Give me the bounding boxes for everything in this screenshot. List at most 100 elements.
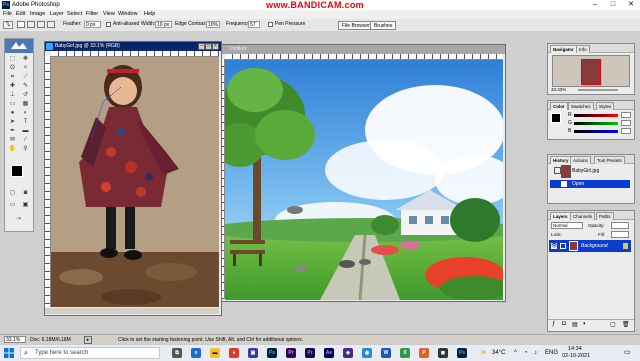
hand-tool-icon[interactable]: ✋ — [7, 145, 18, 153]
dodge-tool-icon[interactable]: ◐ — [20, 109, 31, 117]
navigator-zoom-slider[interactable] — [578, 89, 618, 91]
clone-stamp-tool-icon[interactable]: ⊥ — [7, 91, 18, 99]
screen-mode-full-icon[interactable]: ▣ — [20, 201, 31, 209]
history-brush-source-icon[interactable] — [554, 167, 561, 174]
powerpoint-icon[interactable]: P — [419, 348, 429, 358]
new-adjustment-layer-icon[interactable]: ◑ — [582, 321, 586, 327]
subtract-selection-icon[interactable] — [37, 21, 45, 28]
doc-minimize-button[interactable]: – — [198, 43, 205, 50]
photoshop-taskbar-icon[interactable]: Ps — [267, 348, 277, 358]
app-icon-2[interactable]: ◼ — [438, 348, 448, 358]
gradient-tool-icon[interactable]: ▦ — [20, 100, 31, 108]
after-effects-icon[interactable]: Ae — [324, 348, 334, 358]
tab-styles[interactable]: Styles — [596, 102, 615, 110]
brush-tool-icon[interactable]: ✎ — [20, 82, 31, 90]
selection-mode-icons[interactable] — [17, 21, 57, 29]
blue-slider[interactable] — [574, 130, 618, 133]
layer-link-icon[interactable] — [560, 243, 566, 249]
premiere-taskbar-icon[interactable]: Pr — [305, 348, 315, 358]
landscape-canvas[interactable] — [225, 60, 503, 300]
intersect-selection-icon[interactable] — [47, 21, 55, 28]
tab-paths[interactable]: Paths — [596, 212, 614, 220]
add-mask-icon[interactable]: ◘ — [562, 321, 566, 327]
edge-icon[interactable]: e — [191, 348, 201, 358]
tab-info[interactable]: Info — [576, 45, 590, 53]
task-view-icon[interactable]: ⧉ — [172, 348, 182, 358]
volume-icon[interactable]: ♪ — [534, 348, 537, 358]
jump-to-imageready-icon[interactable]: ⇢ — [13, 215, 24, 223]
red-slider[interactable] — [574, 114, 618, 117]
bandicam-icon[interactable]: ● — [229, 348, 239, 358]
frequency-input[interactable]: 57 — [248, 21, 260, 28]
screen-mode-standard-icon[interactable]: ▭ — [7, 201, 18, 209]
tab-navigator[interactable]: Navigator — [550, 45, 577, 53]
pen-pressure-checkbox[interactable] — [268, 22, 273, 27]
navigator-view-box[interactable] — [581, 59, 601, 85]
tab-history[interactable]: History — [550, 156, 572, 164]
brushes-tab[interactable]: Brushes — [370, 21, 397, 30]
tab-color[interactable]: Color — [550, 102, 568, 110]
blue-input[interactable] — [621, 128, 631, 134]
windows-start-icon[interactable] — [4, 348, 14, 358]
red-input[interactable] — [621, 112, 631, 118]
add-layer-style-icon[interactable]: ƒ — [552, 321, 555, 327]
menu-layer[interactable]: Layer — [50, 11, 64, 18]
history-state-open[interactable]: Open — [550, 180, 630, 188]
status-arrow-icon[interactable]: ▸ — [84, 336, 92, 344]
babygirl-title-bar[interactable]: BabyGirl.jpg @ 33.1% (RGB) — [45, 42, 221, 51]
eraser-tool-icon[interactable]: ▭ — [7, 100, 18, 108]
quick-mask-mode-icon[interactable]: ◙ — [20, 189, 31, 197]
menu-filter[interactable]: Filter — [86, 11, 98, 18]
file-explorer-icon[interactable]: ▬ — [210, 348, 220, 358]
menu-window[interactable]: Window — [118, 11, 138, 18]
document-window-babygirl[interactable]: BabyGirl.jpg @ 33.1% (RGB) – □ × — [44, 41, 222, 316]
weather-icon[interactable]: ☀ — [480, 348, 490, 358]
history-snapshot-row[interactable]: BabyGirl.jpg — [550, 165, 630, 179]
maximize-button[interactable]: □ — [604, 0, 622, 10]
new-selection-icon[interactable] — [17, 21, 25, 28]
close-button[interactable]: ✕ — [622, 0, 640, 10]
menu-view[interactable]: View — [103, 11, 115, 18]
doc-maximize-button[interactable]: □ — [205, 43, 212, 50]
clock-time[interactable]: 14:34 — [568, 346, 582, 353]
visibility-eye-icon[interactable]: 👁 — [551, 243, 557, 249]
photoshop-taskbar-icon-2[interactable]: Ps — [457, 348, 467, 358]
tab-channels[interactable]: Channels — [570, 212, 596, 220]
premiere-icon[interactable]: Pr — [286, 348, 296, 358]
new-layer-icon[interactable]: ▢ — [610, 321, 616, 328]
document-window-landscape[interactable]: Untitled — [218, 44, 506, 302]
tray-chevron-icon[interactable]: ^ — [514, 348, 517, 358]
blend-mode-select[interactable]: Normal — [551, 222, 583, 229]
history-brush-tool-icon[interactable]: ↺ — [20, 91, 31, 99]
magic-wand-tool-icon[interactable]: ✧ — [20, 64, 31, 72]
shape-tool-icon[interactable]: ▬ — [20, 127, 31, 135]
magnetic-lasso-tool-icon[interactable]: ᔐ — [3, 21, 13, 29]
eyedropper-tool-icon[interactable]: ⁄ — [20, 136, 31, 144]
layer-row-background[interactable]: 👁 Background — [549, 240, 631, 252]
slice-tool-icon[interactable]: ⟋ — [20, 73, 31, 81]
word-icon[interactable]: W — [381, 348, 391, 358]
add-selection-icon[interactable] — [27, 21, 35, 28]
delete-layer-icon[interactable]: 🗑 — [622, 321, 630, 328]
doc-close-button[interactable]: × — [212, 43, 219, 50]
edge-contrast-input[interactable]: 10% — [206, 21, 220, 28]
crop-tool-icon[interactable]: ⌗ — [7, 73, 18, 81]
file-browser-tab[interactable]: File Browser — [338, 21, 374, 30]
taskbar-search-box[interactable]: ⌕ Type here to search — [20, 347, 160, 359]
excel-icon[interactable]: X — [400, 348, 410, 358]
healing-brush-tool-icon[interactable]: ✚ — [7, 82, 18, 90]
antialiased-checkbox[interactable] — [106, 22, 111, 27]
menu-help[interactable]: Help — [144, 11, 155, 18]
language-indicator[interactable]: ENG — [545, 348, 558, 358]
menu-file[interactable]: File — [3, 11, 12, 18]
standard-mode-icon[interactable]: ◻ — [7, 189, 18, 197]
tab-swatches[interactable]: Swatches — [568, 102, 594, 110]
chrome-icon[interactable]: ◉ — [362, 348, 372, 358]
navigator-preview[interactable] — [552, 55, 630, 87]
feather-input[interactable]: 0 px — [84, 21, 101, 28]
adobe-logo-icon[interactable] — [5, 39, 33, 53]
color-foreground-swatch[interactable] — [551, 113, 561, 123]
path-selection-tool-icon[interactable]: ➤ — [7, 118, 18, 126]
notes-tool-icon[interactable]: ✉ — [7, 136, 18, 144]
menu-edit[interactable]: Edit — [16, 11, 25, 18]
